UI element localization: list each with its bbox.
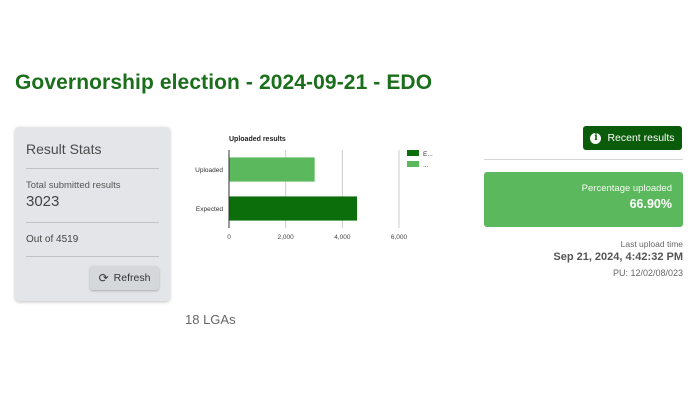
divider (26, 222, 159, 223)
chart-title: Uploaded results (229, 136, 286, 143)
chart-svg: Uploaded results 0 2,000 4,000 6,000 Uploade… (195, 136, 433, 241)
legend-swatch (407, 150, 419, 156)
divider (26, 168, 159, 169)
divider (26, 256, 159, 257)
percentage-uploaded-card: Percentage uploaded 66.90% (484, 172, 683, 227)
bar-uploaded (229, 157, 315, 182)
bar-expected (229, 196, 358, 221)
out-of-total: Out of 4519 (26, 234, 79, 245)
info-icon: i (590, 132, 602, 144)
x-tick-label: 6,000 (391, 234, 408, 241)
last-upload-time: Sep 21, 2024, 4:42:32 PM (553, 251, 683, 263)
result-stats-title: Result Stats (26, 141, 102, 157)
recent-results-button[interactable]: i Recent results (583, 126, 682, 150)
x-tick-label: 0 (227, 234, 231, 241)
refresh-button[interactable]: ⟳ Refresh (90, 266, 159, 290)
x-tick-label: 4,000 (334, 234, 351, 241)
category-label: Expected (196, 206, 223, 213)
recent-results-label: Recent results (607, 132, 675, 144)
refresh-label: Refresh (113, 272, 151, 284)
legend-label: E... (423, 151, 433, 158)
uploaded-results-chart: Uploaded results 0 2,000 4,000 6,000 Uploade… (185, 128, 455, 248)
page-title: Governorship election - 2024-09-21 - EDO (15, 71, 433, 94)
legend-swatch (407, 161, 419, 167)
result-stats-card: Result Stats Total submitted results 302… (15, 127, 170, 301)
x-tick-label: 2,000 (278, 234, 295, 241)
last-upload-label: Last upload time (620, 239, 683, 249)
percentage-uploaded-label: Percentage uploaded (581, 183, 672, 194)
submitted-results-value: 3023 (26, 193, 60, 210)
polling-unit-code: PU: 12/02/08/023 (612, 268, 683, 278)
lga-count: 18 LGAs (185, 312, 236, 327)
divider (484, 159, 683, 160)
refresh-icon: ⟳ (98, 271, 109, 285)
legend-label: ... (423, 162, 429, 169)
submitted-results-label: Total submitted results (26, 180, 121, 191)
percentage-uploaded-value: 66.90% (629, 197, 672, 211)
category-label: Uploaded (195, 167, 223, 174)
